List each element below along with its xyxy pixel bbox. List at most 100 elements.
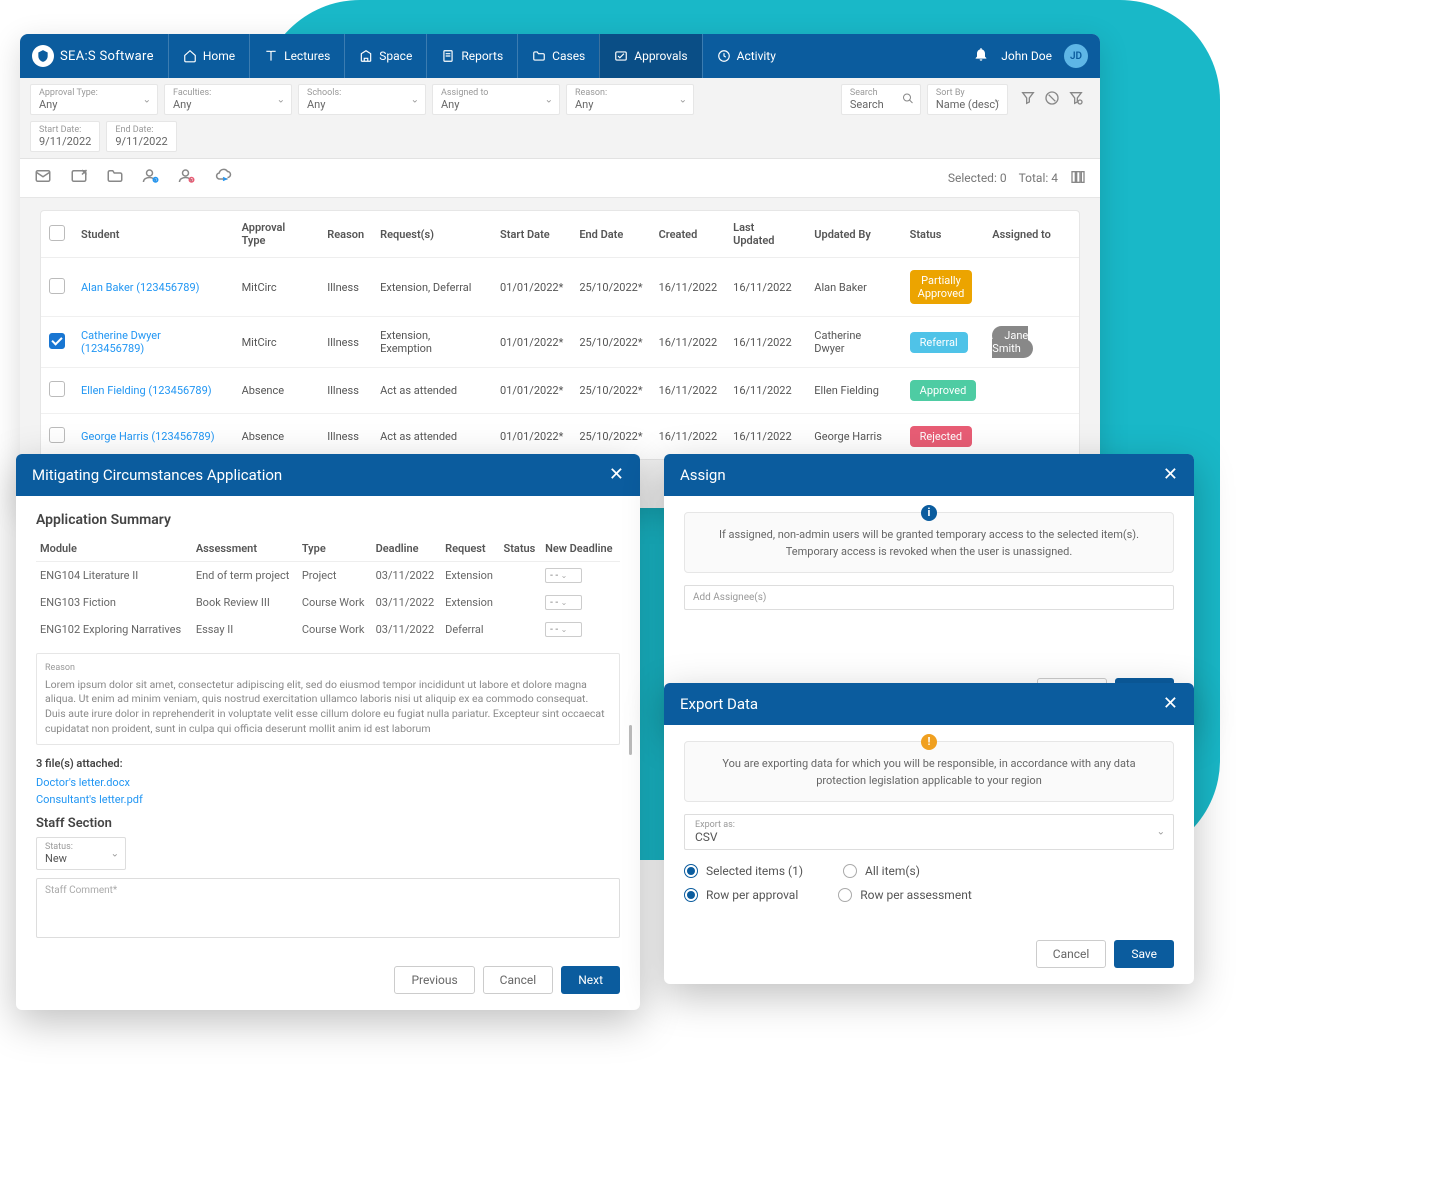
- next-button[interactable]: Next: [561, 966, 620, 994]
- avatar[interactable]: JD: [1064, 44, 1088, 68]
- attachment-count: 3 file(s) attached:: [36, 757, 620, 770]
- col-header[interactable]: Request(s): [372, 211, 492, 258]
- col-header[interactable]: Updated By: [806, 211, 901, 258]
- new-deadline-select[interactable]: - - ⌄: [545, 568, 582, 583]
- warning-icon: !: [921, 734, 937, 750]
- status-badge: Approved: [910, 380, 977, 401]
- search-icon: [902, 92, 914, 107]
- student-link[interactable]: Ellen Fielding (123456789): [81, 384, 212, 397]
- close-icon[interactable]: ✕: [1163, 466, 1178, 484]
- staff-comment-textarea[interactable]: Staff Comment*: [36, 878, 620, 938]
- export-modal: Export Data ✕ ! You are exporting data f…: [664, 683, 1194, 984]
- radio-icon: [843, 864, 857, 878]
- modal-title: Mitigating Circumstances Application: [32, 466, 282, 484]
- filter-start-date[interactable]: Start Date:9/11/2022: [30, 121, 100, 152]
- filter-schools[interactable]: Schools:Any⌄: [298, 84, 426, 115]
- col-header[interactable]: Reason: [319, 211, 372, 258]
- table-row[interactable]: Catherine Dwyer (123456789) MitCircIllne…: [41, 317, 1079, 368]
- history-icon: [717, 49, 731, 63]
- clear-filter-icon[interactable]: [1044, 90, 1060, 110]
- chevron-down-icon: ⌄: [679, 94, 687, 105]
- assignee-input[interactable]: Add Assignee(s): [684, 585, 1174, 610]
- staff-section-heading: Staff Section: [36, 816, 620, 831]
- radio-option[interactable]: All item(s): [843, 864, 920, 878]
- nav-space[interactable]: Space: [344, 34, 426, 78]
- toolbar: Selected: 0 Total: 4: [20, 159, 1100, 198]
- columns-icon[interactable]: [1070, 169, 1086, 188]
- col-header[interactable]: Status: [902, 211, 985, 258]
- student-link[interactable]: George Harris (123456789): [81, 430, 215, 443]
- radio-option[interactable]: Selected items (1): [684, 864, 803, 878]
- col-header[interactable]: Student: [73, 211, 234, 258]
- attachment-link[interactable]: Consultant's letter.pdf: [36, 793, 620, 806]
- attachment-link[interactable]: Doctor's letter.docx: [36, 776, 620, 789]
- row-checkbox[interactable]: [49, 278, 65, 294]
- col-header[interactable]: Last Updated: [725, 211, 806, 258]
- brand-logo[interactable]: SEA:S Software: [32, 45, 154, 67]
- nav-reports[interactable]: Reports: [426, 34, 517, 78]
- new-deadline-select[interactable]: - - ⌄: [545, 595, 582, 610]
- table-row[interactable]: George Harris (123456789) AbsenceIllness…: [41, 414, 1079, 460]
- add-user-icon[interactable]: [142, 167, 160, 189]
- nav-cases[interactable]: Cases: [517, 34, 599, 78]
- nav-lectures[interactable]: Lectures: [249, 34, 344, 78]
- sort-by[interactable]: Sort ByName (desc)⌄: [927, 84, 1008, 115]
- col-header[interactable]: End Date: [571, 211, 650, 258]
- radio-option[interactable]: Row per assessment: [838, 888, 971, 902]
- document-icon: [441, 49, 455, 63]
- col-header[interactable]: Start Date: [492, 211, 571, 258]
- modal-title: Assign: [680, 466, 726, 484]
- assign-modal: Assign ✕ i If assigned, non-admin users …: [664, 454, 1194, 722]
- student-link[interactable]: Alan Baker (123456789): [81, 281, 199, 294]
- col-header[interactable]: Approval Type: [234, 211, 320, 258]
- col-header[interactable]: Assigned to: [984, 211, 1079, 258]
- nav-activity[interactable]: Activity: [702, 34, 790, 78]
- filter-icon[interactable]: [1020, 90, 1036, 110]
- cancel-button[interactable]: Cancel: [483, 966, 554, 994]
- col-header[interactable]: Created: [651, 211, 726, 258]
- user-name: John Doe: [1001, 49, 1052, 63]
- mail-icon[interactable]: [34, 167, 52, 189]
- filter-faculties[interactable]: Faculties:Any⌄: [164, 84, 292, 115]
- brand-text: SEA:S Software: [60, 49, 154, 64]
- table-row[interactable]: Alan Baker (123456789) MitCircIllnessExt…: [41, 258, 1079, 317]
- remove-user-icon[interactable]: [178, 167, 196, 189]
- main-app-window: SEA:S Software HomeLecturesSpaceReportsC…: [20, 34, 1100, 508]
- filter-settings-icon[interactable]: [1068, 90, 1084, 110]
- nav-approvals[interactable]: Approvals: [599, 34, 701, 78]
- folder-icon[interactable]: [106, 167, 124, 189]
- scrollbar[interactable]: [629, 725, 632, 755]
- student-link[interactable]: Catherine Dwyer (123456789): [81, 329, 161, 355]
- search-input[interactable]: SearchSearch: [841, 84, 921, 115]
- mark-unread-icon[interactable]: [70, 167, 88, 189]
- previous-button[interactable]: Previous: [394, 966, 474, 994]
- close-icon[interactable]: ✕: [609, 466, 624, 484]
- application-modal: Mitigating Circumstances Application ✕ A…: [16, 454, 640, 1010]
- export-format-select[interactable]: Export as: CSV ⌄: [684, 814, 1174, 850]
- cancel-button[interactable]: Cancel: [1036, 940, 1107, 968]
- row-checkbox[interactable]: [49, 333, 65, 349]
- checkbox-all[interactable]: [49, 225, 65, 241]
- nav-home[interactable]: Home: [168, 34, 249, 78]
- cloud-export-icon[interactable]: [214, 167, 232, 189]
- table-row[interactable]: Ellen Fielding (123456789) AbsenceIllnes…: [41, 368, 1079, 414]
- filter-reason[interactable]: Reason:Any⌄: [566, 84, 694, 115]
- building-icon: [359, 49, 373, 63]
- save-button[interactable]: Save: [1114, 940, 1174, 968]
- assignee-pill: Jane Smith: [992, 326, 1033, 358]
- row-checkbox[interactable]: [49, 427, 65, 443]
- book-icon: [264, 49, 278, 63]
- status-select[interactable]: Status: New ⌄: [36, 837, 126, 870]
- total-count: Total: 4: [1019, 171, 1058, 185]
- filter-approval-type[interactable]: Approval Type:Any⌄: [30, 84, 158, 115]
- summary-heading: Application Summary: [36, 512, 620, 528]
- chevron-down-icon: ⌄: [1157, 827, 1165, 838]
- top-nav: SEA:S Software HomeLecturesSpaceReportsC…: [20, 34, 1100, 78]
- close-icon[interactable]: ✕: [1163, 695, 1178, 713]
- filter-assigned-to[interactable]: Assigned toAny⌄: [432, 84, 560, 115]
- row-checkbox[interactable]: [49, 381, 65, 397]
- new-deadline-select[interactable]: - - ⌄: [545, 622, 582, 637]
- radio-option[interactable]: Row per approval: [684, 888, 798, 902]
- filter-end-date[interactable]: End Date:9/11/2022: [106, 121, 176, 152]
- bell-icon[interactable]: [973, 46, 989, 66]
